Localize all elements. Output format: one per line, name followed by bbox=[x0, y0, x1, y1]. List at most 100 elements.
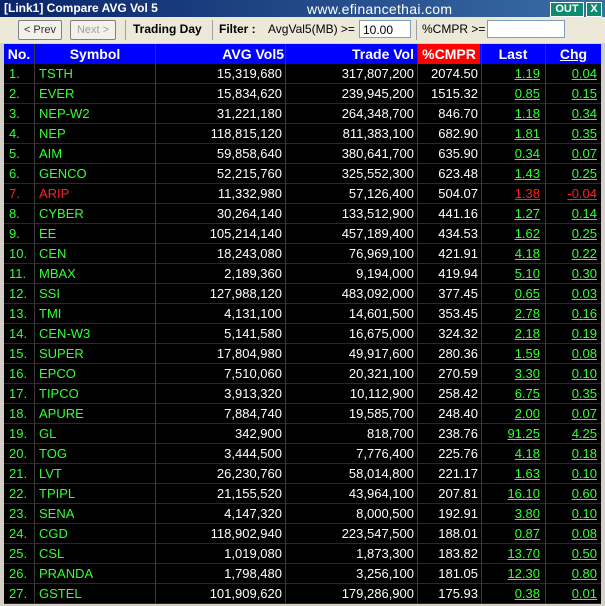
symbol-cell[interactable]: SUPER bbox=[35, 344, 155, 364]
symbol-cell[interactable]: CEN-W3 bbox=[35, 324, 155, 344]
table-row[interactable]: 26. PRANDA 1,798,480 3,256,100 181.05 12.30 0.… bbox=[4, 564, 601, 584]
change-link[interactable]: 0.80 bbox=[546, 564, 601, 584]
table-row[interactable]: 22. TPIPL 21,155,520 43,964,100 207.81 16.10 0… bbox=[4, 484, 601, 504]
symbol-cell[interactable]: TIPCO bbox=[35, 384, 155, 404]
change-link[interactable]: -0.04 bbox=[546, 184, 601, 204]
symbol-cell[interactable]: PRANDA bbox=[35, 564, 155, 584]
last-price-link[interactable]: 2.18 bbox=[482, 324, 542, 344]
change-link[interactable]: 0.50 bbox=[546, 544, 601, 564]
last-price-link[interactable]: 1.81 bbox=[482, 124, 542, 144]
symbol-cell[interactable]: CYBER bbox=[35, 204, 155, 224]
table-row[interactable]: 13. TMI 4,131,100 14,601,500 353.45 2.78 0.16 bbox=[4, 304, 601, 324]
change-link[interactable]: 0.35 bbox=[546, 124, 601, 144]
last-price-link[interactable]: 91.25 bbox=[482, 424, 542, 444]
table-row[interactable]: 5. AIM 59,858,640 380,641,700 635.90 0.34 0.07 bbox=[4, 144, 601, 164]
symbol-cell[interactable]: GL bbox=[35, 424, 155, 444]
change-link[interactable]: 0.25 bbox=[546, 224, 601, 244]
symbol-cell[interactable]: NEP bbox=[35, 124, 155, 144]
table-row[interactable]: 19. GL 342,900 818,700 238.76 91.25 4.25 bbox=[4, 424, 601, 444]
symbol-cell[interactable]: EPCO bbox=[35, 364, 155, 384]
last-price-link[interactable]: 1.18 bbox=[482, 104, 542, 124]
table-row[interactable]: 21. LVT 26,230,760 58,014,800 221.17 1.63 0.10 bbox=[4, 464, 601, 484]
last-price-link[interactable]: 1.62 bbox=[482, 224, 542, 244]
change-link[interactable]: 0.08 bbox=[546, 344, 601, 364]
last-price-link[interactable]: 3.30 bbox=[482, 364, 542, 384]
last-price-link[interactable]: 0.65 bbox=[482, 284, 542, 304]
change-link[interactable]: 0.25 bbox=[546, 164, 601, 184]
change-link[interactable]: 0.30 bbox=[546, 264, 601, 284]
symbol-cell[interactable]: GENCO bbox=[35, 164, 155, 184]
last-price-link[interactable]: 1.59 bbox=[482, 344, 542, 364]
table-row[interactable]: 20. TOG 3,444,500 7,776,400 225.76 4.18 0.18 bbox=[4, 444, 601, 464]
close-button[interactable]: X bbox=[586, 2, 602, 17]
last-price-link[interactable]: 0.85 bbox=[482, 84, 542, 104]
symbol-cell[interactable]: CEN bbox=[35, 244, 155, 264]
table-row[interactable]: 18. APURE 7,884,740 19,585,700 248.40 2.00 0.0… bbox=[4, 404, 601, 424]
last-price-link[interactable]: 2.78 bbox=[482, 304, 542, 324]
symbol-cell[interactable]: EVER bbox=[35, 84, 155, 104]
symbol-cell[interactable]: SSI bbox=[35, 284, 155, 304]
last-price-link[interactable]: 5.10 bbox=[482, 264, 542, 284]
table-row[interactable]: 17. TIPCO 3,913,320 10,112,900 258.42 6.75 0.3… bbox=[4, 384, 601, 404]
symbol-cell[interactable]: LVT bbox=[35, 464, 155, 484]
table-row[interactable]: 12. SSI 127,988,120 483,092,000 377.45 0.65 0.… bbox=[4, 284, 601, 304]
change-link[interactable]: 0.15 bbox=[546, 84, 601, 104]
symbol-cell[interactable]: TOG bbox=[35, 444, 155, 464]
table-row[interactable]: 7. ARIP 11,332,980 57,126,400 504.07 1.38 -0.0… bbox=[4, 184, 601, 204]
symbol-cell[interactable]: CGD bbox=[35, 524, 155, 544]
last-price-link[interactable]: 1.63 bbox=[482, 464, 542, 484]
next-button[interactable]: Next > bbox=[70, 20, 116, 40]
last-price-link[interactable]: 1.27 bbox=[482, 204, 542, 224]
change-link[interactable]: 0.10 bbox=[546, 364, 601, 384]
symbol-cell[interactable]: TSTH bbox=[35, 64, 155, 84]
last-price-link[interactable]: 16.10 bbox=[482, 484, 542, 504]
table-row[interactable]: 14. CEN-W3 5,141,580 16,675,000 324.32 2.18 0.… bbox=[4, 324, 601, 344]
table-row[interactable]: 10. CEN 18,243,080 76,969,100 421.91 4.18 0.22 bbox=[4, 244, 601, 264]
change-link[interactable]: 0.14 bbox=[546, 204, 601, 224]
header-trade-vol[interactable]: Trade Vol bbox=[286, 44, 418, 64]
symbol-cell[interactable]: GSTEL bbox=[35, 584, 155, 604]
last-price-link[interactable]: 4.18 bbox=[482, 444, 542, 464]
change-link[interactable]: 0.16 bbox=[546, 304, 601, 324]
cmpr-filter-input[interactable] bbox=[487, 20, 565, 38]
symbol-cell[interactable]: MBAX bbox=[35, 264, 155, 284]
change-link[interactable]: 4.25 bbox=[546, 424, 601, 444]
table-row[interactable]: 9. EE 105,214,140 457,189,400 434.53 1.62 0.25 bbox=[4, 224, 601, 244]
change-link[interactable]: 0.08 bbox=[546, 524, 601, 544]
symbol-cell[interactable]: ARIP bbox=[35, 184, 155, 204]
symbol-cell[interactable]: SENA bbox=[35, 504, 155, 524]
last-price-link[interactable]: 6.75 bbox=[482, 384, 542, 404]
table-row[interactable]: 6. GENCO 52,215,760 325,552,300 623.48 1.43 0.… bbox=[4, 164, 601, 184]
last-price-link[interactable]: 3.80 bbox=[482, 504, 542, 524]
last-price-link[interactable]: 1.19 bbox=[482, 64, 542, 84]
prev-button[interactable]: < Prev bbox=[18, 20, 62, 40]
table-row[interactable]: 11. MBAX 2,189,360 9,194,000 419.94 5.10 0.30 bbox=[4, 264, 601, 284]
header-no[interactable]: No. bbox=[4, 44, 34, 64]
table-row[interactable]: 27. GSTEL 101,909,620 179,286,900 175.93 0.38… bbox=[4, 584, 601, 604]
change-link[interactable]: 0.07 bbox=[546, 144, 601, 164]
table-row[interactable]: 23. SENA 4,147,320 8,000,500 192.91 3.80 0.10 bbox=[4, 504, 601, 524]
table-row[interactable]: 8. CYBER 30,264,140 133,512,900 441.16 1.27 0.… bbox=[4, 204, 601, 224]
header-chg[interactable]: Chg bbox=[546, 44, 601, 64]
last-price-link[interactable]: 0.38 bbox=[482, 584, 542, 604]
change-link[interactable]: 0.18 bbox=[546, 444, 601, 464]
table-row[interactable]: 15. SUPER 17,804,980 49,917,600 280.36 1.59 0.… bbox=[4, 344, 601, 364]
last-price-link[interactable]: 1.38 bbox=[482, 184, 542, 204]
symbol-cell[interactable]: APURE bbox=[35, 404, 155, 424]
change-link[interactable]: 0.04 bbox=[546, 64, 601, 84]
last-price-link[interactable]: 0.87 bbox=[482, 524, 542, 544]
last-price-link[interactable]: 0.34 bbox=[482, 144, 542, 164]
last-price-link[interactable]: 12.30 bbox=[482, 564, 542, 584]
table-row[interactable]: 2. EVER 15,834,620 239,945,200 1515.32 0.85 0.… bbox=[4, 84, 601, 104]
last-price-link[interactable]: 1.43 bbox=[482, 164, 542, 184]
table-row[interactable]: 24. CGD 118,902,940 223,547,500 188.01 0.87 0.… bbox=[4, 524, 601, 544]
last-price-link[interactable]: 2.00 bbox=[482, 404, 542, 424]
table-row[interactable]: 3. NEP-W2 31,221,180 264,348,700 846.70 1.18 0… bbox=[4, 104, 601, 124]
table-row[interactable]: 25. CSL 1,019,080 1,873,300 183.82 13.70 0.50 bbox=[4, 544, 601, 564]
change-link[interactable]: 0.03 bbox=[546, 284, 601, 304]
change-link[interactable]: 0.60 bbox=[546, 484, 601, 504]
symbol-cell[interactable]: TPIPL bbox=[35, 484, 155, 504]
header-cmpr[interactable]: %CMPR bbox=[418, 44, 480, 64]
symbol-cell[interactable]: NEP-W2 bbox=[35, 104, 155, 124]
change-link[interactable]: 0.10 bbox=[546, 504, 601, 524]
